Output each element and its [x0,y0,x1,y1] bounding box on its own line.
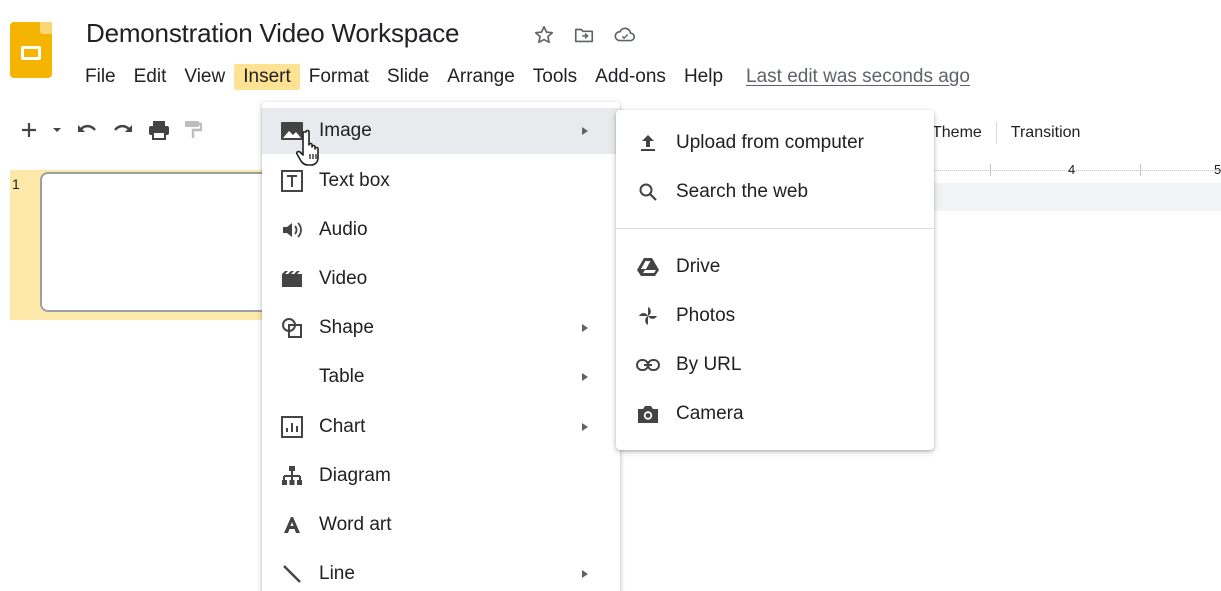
insert-menu-item-audio[interactable]: Audio [262,207,620,253]
submenu-arrow-icon [582,423,588,431]
diagram-icon [280,464,304,488]
theme-button[interactable]: Theme [932,124,982,142]
image-submenu-label: Camera [676,403,744,424]
star-icon[interactable] [533,24,555,46]
image-submenu-label: Drive [676,256,721,277]
menu-help[interactable]: Help [675,64,732,90]
menu-add-ons[interactable]: Add-ons [586,64,675,90]
insert-menu-item-diagram[interactable]: Diagram [262,453,620,499]
upload-icon [636,131,660,155]
insert-menu-label: Diagram [319,465,391,486]
menu-slide[interactable]: Slide [378,64,438,90]
insert-menu-item-table[interactable]: Table [262,354,620,400]
submenu-arrow-icon [582,127,588,135]
slides-logo-icon[interactable] [10,22,52,78]
image-submenu-item-camera[interactable]: Camera [616,391,934,437]
menu-bar: File Edit View Insert Format Slide Arran… [76,62,970,92]
search-icon [636,180,660,204]
new-slide-dropdown-icon[interactable] [52,125,62,135]
redo-icon[interactable] [112,121,134,139]
menu-insert[interactable]: Insert [234,64,300,90]
submenu-arrow-icon [582,324,588,332]
insert-menu-label: Table [319,366,365,387]
image-submenu-label: Upload from computer [676,132,864,153]
insert-menu-label: Word art [319,514,392,535]
insert-menu-label: Shape [319,317,374,338]
video-icon [280,267,304,291]
print-icon[interactable] [148,120,170,140]
camera-icon [636,402,660,426]
photos-icon [636,304,660,328]
move-to-folder-icon[interactable] [573,24,595,46]
undo-icon[interactable] [76,121,98,139]
image-submenu-item-search-web[interactable]: Search the web [616,169,934,215]
menu-arrange[interactable]: Arrange [438,64,524,90]
new-slide-icon[interactable] [20,121,38,139]
image-submenu: Upload from computer Search the web Driv… [616,110,934,450]
ruler-margin-shade [930,183,1221,211]
insert-menu-label: Text box [319,170,390,191]
image-submenu-item-by-url[interactable]: By URL [616,342,934,388]
submenu-arrow-icon [582,373,588,381]
word-art-icon [280,513,304,537]
document-title[interactable]: Demonstration Video Workspace [86,18,460,49]
cloud-status-icon[interactable] [613,24,637,46]
menu-view[interactable]: View [175,64,234,90]
drive-icon [636,255,660,279]
insert-menu-item-shape[interactable]: Shape [262,305,620,351]
insert-menu-label: Chart [319,416,366,437]
image-submenu-label: Search the web [676,181,809,202]
ruler-mark-5: 5 [1214,162,1221,177]
image-submenu-label: By URL [676,354,742,375]
slide-thumbnail[interactable] [40,172,280,312]
insert-menu-item-chart[interactable]: Chart [262,404,620,450]
slide-number: 1 [12,176,20,192]
image-submenu-divider [616,228,934,229]
menu-tools[interactable]: Tools [524,64,586,90]
insert-menu-label: Line [319,563,355,584]
audio-icon [280,218,304,242]
image-submenu-item-drive[interactable]: Drive [616,244,934,290]
shape-icon [280,316,304,340]
menu-file[interactable]: File [76,64,125,90]
horizontal-ruler: 4 5 [930,160,1221,182]
hand-cursor-icon [295,128,330,173]
menu-edit[interactable]: Edit [125,64,176,90]
image-submenu-item-photos[interactable]: Photos [616,293,934,339]
title-actions [533,24,637,46]
slides-app: Demonstration Video Workspace File Edit … [0,0,1221,591]
insert-menu-label: Audio [319,219,368,240]
insert-menu-item-word-art[interactable]: Word art [262,502,620,548]
chart-icon [280,415,304,439]
insert-menu-label: Video [319,268,368,289]
ruler-mark-4: 4 [1068,162,1076,177]
insert-menu-item-video[interactable]: Video [262,256,620,302]
last-edit-link[interactable]: Last edit was seconds ago [746,66,970,88]
paint-format-icon[interactable] [184,120,202,140]
image-submenu-item-upload[interactable]: Upload from computer [616,120,934,166]
toolbar-divider [995,122,997,144]
link-icon [636,353,660,377]
image-submenu-label: Photos [676,305,736,326]
line-icon [280,562,304,586]
transition-button[interactable]: Transition [1011,124,1081,142]
submenu-arrow-icon [582,570,588,578]
insert-menu: Image Text box Audio Video Shape Table C… [262,102,620,591]
menu-format[interactable]: Format [300,64,378,90]
insert-menu-item-line[interactable]: Line [262,551,620,591]
